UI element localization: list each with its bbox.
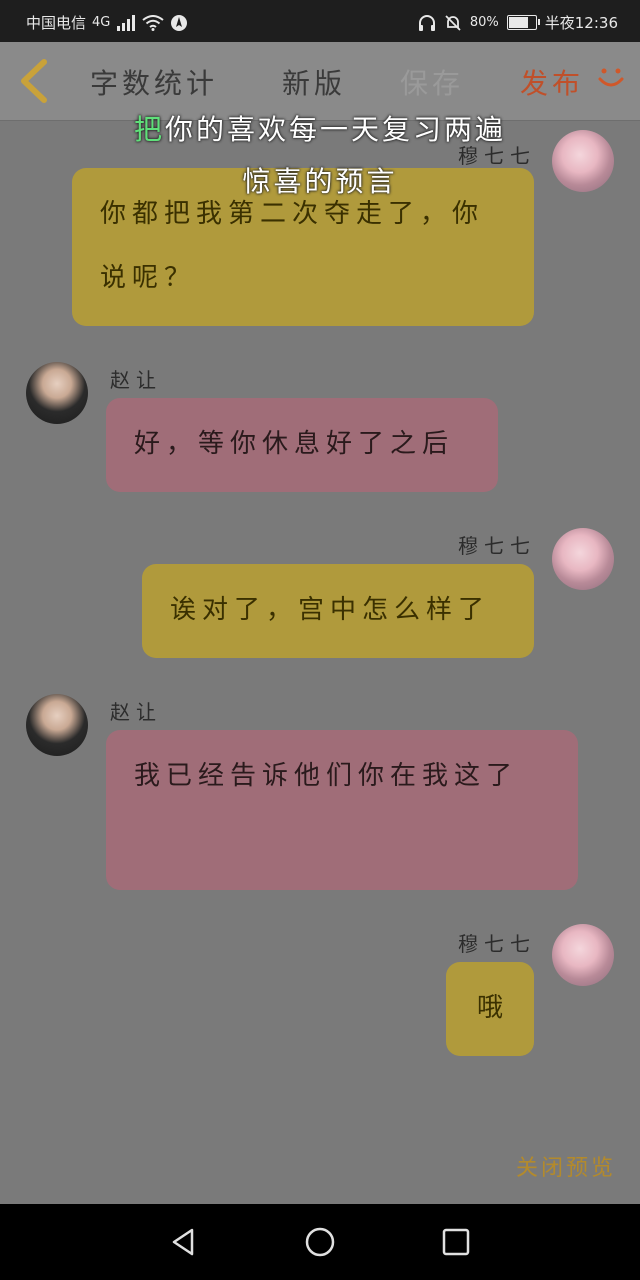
avatar[interactable]: [552, 528, 614, 590]
nav-home-icon[interactable]: [304, 1226, 336, 1258]
signal-icon: [117, 14, 136, 31]
save-button[interactable]: 保存: [400, 62, 464, 102]
overlay-text: 你的喜欢每一天复习两遍: [165, 113, 507, 146]
mute-bell-icon: [445, 14, 461, 31]
avatar[interactable]: [26, 362, 88, 424]
sender-name: 穆七七: [458, 534, 536, 558]
message-bubble[interactable]: 好，等你休息好了之后: [106, 398, 498, 492]
message-text: 好，等你休息好了之后: [134, 429, 455, 459]
headphones-icon: [418, 14, 435, 31]
clock-label: 半夜12:36: [544, 14, 618, 32]
overlay-caption-line-1: 把你的喜欢每一天复习两遍: [0, 108, 640, 148]
sender-name: 赵让: [110, 368, 162, 392]
overlay-caption-line-2: 惊喜的预言: [242, 165, 398, 198]
location-icon: [171, 14, 188, 31]
message-bubble[interactable]: 哦: [446, 962, 534, 1056]
new-version-button[interactable]: 新版: [282, 62, 346, 102]
back-arrow-icon[interactable]: [14, 56, 54, 106]
battery-percent: 80%: [469, 15, 499, 30]
nav-back-icon[interactable]: [168, 1226, 200, 1258]
nav-recent-icon[interactable]: [440, 1226, 472, 1258]
wifi-icon: [142, 14, 164, 31]
sender-name: 赵让: [110, 700, 162, 724]
system-nav-bar: [0, 1204, 640, 1280]
message-text: 哦: [476, 993, 503, 1023]
word-count-button[interactable]: 字数统计: [90, 62, 218, 102]
publish-button[interactable]: 发布: [520, 62, 584, 102]
avatar[interactable]: [552, 924, 614, 986]
sender-name: 穆七七: [458, 932, 536, 956]
message-text: 我已经告诉他们你在我这了: [134, 761, 519, 791]
network-label: 4G: [92, 15, 111, 30]
message-text: 诶对了，宫中怎么样了: [170, 595, 491, 625]
message-bubble[interactable]: 我已经告诉他们你在我这了: [106, 730, 578, 890]
carrier-label: 中国电信: [26, 14, 87, 32]
avatar[interactable]: [26, 694, 88, 756]
battery-icon: [506, 15, 540, 30]
message-bubble[interactable]: 诶对了，宫中怎么样了: [142, 564, 534, 658]
status-bar: 中国电信 4G 80% 半夜12:36: [0, 0, 640, 42]
close-preview-button[interactable]: 关闭预览: [516, 1150, 616, 1182]
overlay-highlight: 把: [133, 113, 165, 146]
message-text: 你都把我第二次夺走了，你说呢？: [100, 199, 485, 293]
smile-icon[interactable]: [594, 60, 628, 94]
